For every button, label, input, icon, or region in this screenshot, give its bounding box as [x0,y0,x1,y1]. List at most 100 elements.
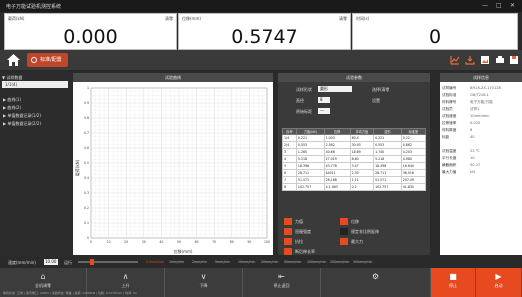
print-icon[interactable] [495,55,505,65]
info-row-value: 50.27 [470,163,481,167]
speed-preset[interactable]: 10mm/min [238,260,255,264]
legend-swatch[interactable] [340,218,348,225]
legend-swatch[interactable] [284,218,292,225]
tree-item-curve-2[interactable]: ▶ 曲线(2) [3,105,21,111]
table-cell: 1.11 [349,176,375,184]
force-value: 0.000 [63,26,118,48]
speed-slider-track[interactable] [78,261,138,263]
legend-label: 位移 [351,219,359,224]
tree-item-record-2[interactable]: ▶ 单值数据记录(2/2) [3,121,41,127]
speed-preset[interactable]: 50mm/min [284,260,301,264]
gauge-length-input[interactable]: — [318,108,330,114]
config-tab[interactable]: 标准/配置 [27,53,68,67]
button-label: 全机调零 [35,283,51,288]
params-table: 序号 力值(kN) 位移 平均力值 变形 标准差 1/4 0.221 1.003 60… [282,128,427,191]
displacement-zero-button[interactable]: 清零 [339,16,347,22]
select-zero-button[interactable]: 选择/清零 [372,87,389,93]
y-tick-label: 0.9 [84,101,89,105]
table-cell: 1.740 [373,148,402,156]
save-icon[interactable] [509,55,519,65]
table-cell: 16.640 [400,162,427,170]
close-button[interactable]: ✕ [510,2,515,9]
speed-preset[interactable]: 5mm/min [215,260,230,264]
diameter-input[interactable]: 8 [318,97,330,103]
x-tick-label: 0 [90,240,92,244]
info-row-value: 10 [470,156,475,160]
maximize-button[interactable]: □ [496,2,502,9]
down-icon: ∨ [200,272,207,281]
stop-button[interactable]: ■ 停止 [431,268,476,297]
info-row-label: 最大力值 [442,170,457,174]
speed-input[interactable]: 10.00 [44,259,58,265]
chart-area[interactable]: 0 10 20 30 40 50 60 70 80 90 100 0 0.1 0.2 0.3 0.4 0.5 0… [73,82,273,255]
y-tick-label: 0 [87,236,89,240]
chart-panel-header: 试验曲线 [73,73,273,82]
info-row-value: 8 [470,128,473,132]
legend-swatch[interactable] [284,228,292,235]
table-cell: 0.553 [373,141,402,149]
legend-swatch[interactable] [340,238,348,245]
table-row[interactable]: 4 5.218 27.019 8.60 5.218 4.980 [282,155,427,163]
info-row-label: 材料厚度 [442,128,457,132]
table-row[interactable]: 2/4 0.553 2.562 30.93 0.553 0.862 [282,141,427,149]
sample-selector[interactable]: 1/1(4) [2,81,68,88]
y-tick-label: 0.7 [84,131,89,135]
speed-preset[interactable]: 2mm/min [192,260,207,264]
info-panel-title: 试样信息 [473,75,489,80]
home-icon[interactable] [6,53,21,67]
table-cell: 3.47 [349,162,375,170]
title-bar: 电子万能试验机测控系统 — □ ✕ [0,0,522,12]
speed-preset[interactable]: 100mm/min [307,260,326,264]
shape-select[interactable]: 圆形 [318,86,352,92]
speed-preset[interactable]: 0.5mm/min [146,260,164,264]
y-tick-label: 0.6 [84,146,89,150]
tree-item-curve-1[interactable]: ▶ 曲线(1) [3,97,21,103]
force-label: 载荷(kN) [8,16,25,21]
settings-button[interactable]: 设置 [372,98,380,104]
image-icon[interactable] [480,55,490,65]
speed-preset[interactable]: 500mm/min [353,260,372,264]
table-cell: 0.221 [373,134,402,142]
chart-grid [90,87,268,239]
table-cell: 18.398 [373,162,402,170]
speed-preset[interactable]: 20mm/min [261,260,278,264]
speed-strip: 速度(mm/min) 10.00 运行 0.5mm/min 1mm/min 2mm/… [0,257,522,268]
start-button[interactable]: ▶ 启动 [476,268,522,297]
chart-icon[interactable] [450,55,460,65]
table-row[interactable]: 8 102.757 4.1.063 0.2 102.757 41.830 [282,183,427,191]
speed-slider-handle[interactable] [90,259,94,265]
table-cell: 4.203 [400,148,427,156]
legend-swatch[interactable] [284,248,292,255]
table-row[interactable]: 5 18.398 43.778 3.47 18.398 16.640 [282,162,427,170]
table-row[interactable]: 7 51.571 26.168 1.11 51.571 207.09 [282,176,427,184]
x-tick-label: 90 [247,240,251,244]
speed-preset[interactable]: 1mm/min [169,260,184,264]
x-tick-label: 60 [195,240,199,244]
table-row[interactable]: 1/4 0.221 1.003 60.4 0.221 0.22 [282,134,427,142]
table-row[interactable]: 3 1.265 40.66 18.69 1.740 4.203 [282,148,427,156]
table-row[interactable]: 6 28.711 $4011 2.30 28.711 36.016 [282,169,427,177]
button-label: 启动 [494,283,503,288]
x-tick-label: 50 [177,240,181,244]
y-tick-label: 0.1 [84,221,89,225]
x-tick-label: 70 [212,240,216,244]
params-panel-title: 试验参数 [346,75,362,80]
legend-label: 断后伸长率 [295,249,315,254]
legend-label: 屈服强度 [295,229,311,234]
legend-swatch[interactable] [284,238,292,245]
info-row-label: 试验标准 [442,93,457,97]
force-zero-button[interactable]: 清零 [165,16,173,22]
export-icon[interactable] [465,55,475,65]
minimize-button[interactable]: — [482,2,488,9]
shape-label: 试样形状 [296,87,312,92]
tree-item-record-1[interactable]: ▶ 单值数据记录(1/2) [3,113,41,119]
config-tab-label: 标准/配置 [40,57,62,63]
y-tick-label: 0.4 [84,176,89,180]
legend-swatch[interactable] [340,228,348,235]
table-cell: 60.4 [349,134,375,142]
legend-label: 规定非比例延伸 [351,229,379,234]
table-cell: 28.711 [373,169,402,177]
table-cell: 4 [282,155,297,163]
speed-preset[interactable]: 200mm/min [330,260,349,264]
run-button[interactable]: 运行 [64,260,72,266]
